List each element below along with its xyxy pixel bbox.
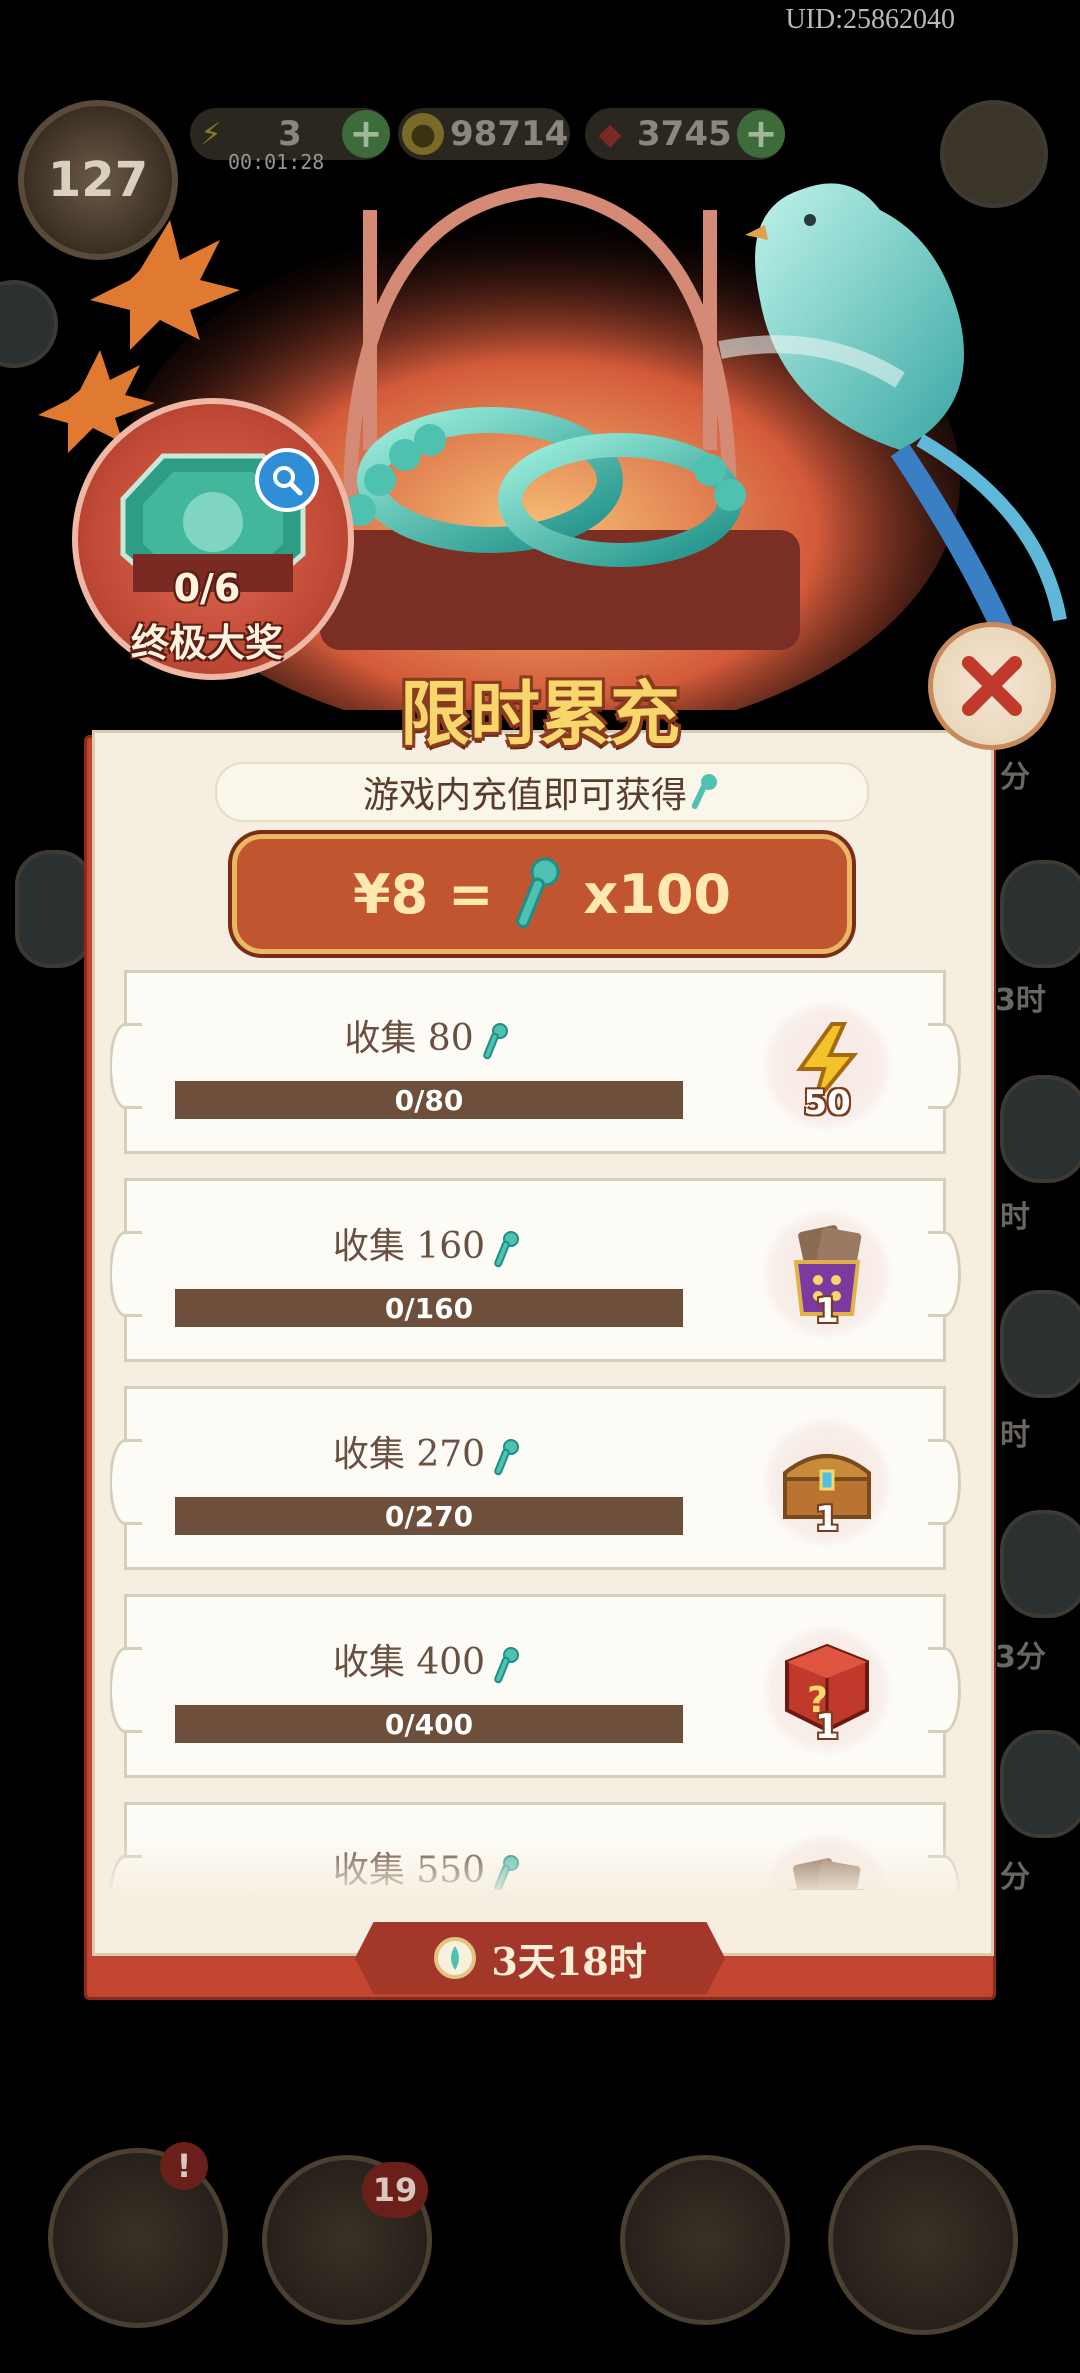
side-timer-label: 时 — [1000, 1418, 1030, 1453]
reward-count: 1 — [815, 1499, 839, 1539]
notice-badge: ! — [160, 2142, 208, 2190]
progress-bar: 0/160 — [175, 1289, 683, 1327]
subtitle-bar: 游戏内充值即可获得 — [215, 762, 869, 822]
gem-icon: ◆ — [598, 116, 622, 152]
reward-row: 收集 400 0/400 ? 1 — [110, 1594, 961, 1778]
side-event-icon[interactable] — [1000, 1510, 1080, 1618]
jade-key-icon — [494, 1647, 520, 1684]
progress-text: 0/270 — [384, 1499, 474, 1533]
market-button[interactable] — [620, 2155, 790, 2325]
reward-slot[interactable]: ? 1 — [762, 1625, 892, 1755]
uid-label: UID:25862040 — [785, 4, 955, 35]
close-button[interactable] — [928, 622, 1056, 750]
progress-text: 0/400 — [384, 1707, 474, 1741]
energy-icon: ⚡ — [200, 116, 222, 152]
grand-prize-count: 0/6 — [173, 566, 241, 610]
teahouse-button[interactable] — [828, 2145, 1018, 2335]
side-event-icon[interactable] — [1000, 1290, 1080, 1398]
reward-row-label: 收集 160 — [332, 1226, 486, 1267]
reward-row-title: 收集 400 — [127, 1633, 727, 1685]
reward-count: 1 — [815, 1707, 839, 1747]
characters-count-badge: 19 — [362, 2162, 428, 2218]
reward-row: 收集 80 0/80 50 — [110, 970, 961, 1154]
event-timer-text: 3天18时 — [491, 1938, 647, 1984]
reward-row-label: 收集 80 — [344, 1018, 474, 1059]
progress-bar: 0/80 — [175, 1081, 683, 1119]
close-icon — [962, 656, 1022, 716]
side-event-icon[interactable] — [1000, 1075, 1080, 1183]
jade-key-icon — [691, 774, 717, 810]
side-timer-label: 3时 — [995, 983, 1046, 1018]
list-fade — [110, 1840, 970, 1900]
coin-value: 98714 — [450, 114, 569, 154]
side-timer-label: 分 — [1000, 1860, 1030, 1895]
progress-bar: 0/270 — [175, 1497, 683, 1535]
subtitle-text: 游戏内充值即可获得 — [362, 775, 687, 816]
reward-slot[interactable]: 50 — [762, 1001, 892, 1131]
energy-value: 3 — [278, 114, 302, 154]
reward-row-title: 收集 270 — [127, 1425, 727, 1477]
reward-row-title: 收集 160 — [127, 1217, 727, 1269]
progress-bar: 0/400 — [175, 1705, 683, 1743]
rate-price: ¥8 — [353, 862, 429, 926]
side-timer-label: 时 — [1000, 1200, 1030, 1235]
side-event-icon[interactable] — [1000, 860, 1080, 968]
progress-text: 0/160 — [384, 1291, 474, 1325]
reward-slot[interactable]: 1 — [762, 1209, 892, 1339]
zoom-icon[interactable] — [255, 448, 319, 512]
gem-value: 3745 — [637, 114, 732, 154]
exchange-rate-banner: ¥8 = x100 — [232, 834, 852, 954]
jade-key-icon — [482, 1023, 508, 1060]
reward-row-label: 收集 400 — [332, 1642, 486, 1683]
reward-row: 收集 270 0/270 1 — [110, 1386, 961, 1570]
jade-key-icon — [494, 1231, 520, 1268]
reward-count: 1 — [815, 1291, 839, 1331]
reward-count: 50 — [803, 1083, 851, 1123]
reward-slot[interactable]: 1 — [762, 1417, 892, 1547]
jade-key-icon — [516, 857, 560, 929]
reward-row-title: 收集 80 — [127, 1009, 727, 1061]
rate-equals: = — [448, 862, 494, 926]
side-timer-label: 3分 — [995, 1640, 1046, 1675]
clock-icon — [434, 1937, 477, 1979]
jade-key-icon — [494, 1439, 520, 1476]
rate-amount: x100 — [583, 862, 731, 926]
reward-row-label: 收集 270 — [332, 1434, 486, 1475]
popup-title: 限时累充 — [400, 672, 680, 755]
coin-icon: ● — [402, 113, 444, 155]
reward-list[interactable]: 收集 80 0/80 50 收集 160 0/160 1 收集 270 0/270 1 收集 40… — [110, 970, 970, 1890]
event-timer-banner: 3天18时 — [355, 1922, 725, 1994]
progress-text: 0/80 — [394, 1083, 464, 1117]
side-event-icon[interactable] — [1000, 1730, 1080, 1838]
side-event-icon[interactable] — [15, 850, 93, 968]
reward-row: 收集 160 0/160 1 — [110, 1178, 961, 1362]
